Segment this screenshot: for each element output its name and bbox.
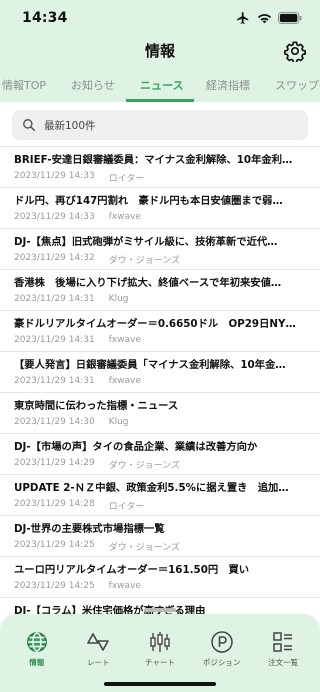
search-icon (23, 119, 36, 132)
bottom-nav-rate-label: レート (87, 658, 110, 667)
candlestick-chart-icon (150, 632, 170, 652)
bottom-nav-info[interactable]: 情報 (9, 630, 65, 668)
news-source: fxwave (108, 376, 141, 386)
order-list-icon (273, 632, 293, 652)
news-source: fxwave (108, 581, 141, 591)
news-date: 2023/11/29 14:31 (14, 376, 95, 386)
news-title: 【要人発言】日銀審議委員「マイナス金利解除、10年金… (14, 359, 286, 371)
news-source: fxwave (108, 212, 141, 222)
battery-icon (278, 12, 302, 24)
page-title: 情報 (144, 42, 175, 60)
bottom-nav-order-list[interactable]: 注文一覧 (255, 630, 311, 668)
news-date: 2023/11/29 14:33 (14, 171, 95, 181)
search-input[interactable]: 最新100件 (12, 110, 308, 140)
news-item[interactable]: DJ-【焦点】旧式砲弾がミサイル級に、技術革新で近代… 2023/11/29 14… (0, 229, 320, 270)
news-title: UPDATE 2-ＮＺ中銀、政策金利5.5%に据え置き 追加… (14, 482, 289, 494)
news-source: ダウ・ジョーンズ (108, 461, 181, 471)
nav-bar: 情報 (0, 36, 320, 66)
news-date: 2023/11/29 14:31 (14, 294, 95, 304)
bottom-nav-chart[interactable]: チャート (132, 630, 188, 668)
gear-icon[interactable] (284, 40, 306, 62)
news-item[interactable]: ドル円、再び147円割れ 豪ドル円も本日安値圏まで弱… 2023/11/29 14… (0, 188, 320, 229)
news-item[interactable]: BRIEF-安達日銀審議委員：マイナス金利解除、10年金利… 2023/11/29… (0, 147, 320, 188)
news-title: ドル円、再び147円割れ 豪ドル円も本日安値圏まで弱… (14, 195, 283, 207)
news-date: 2023/11/29 14:28 (14, 499, 95, 509)
tab-economic-indicators[interactable]: 経済指標 (206, 77, 250, 93)
news-source: ダウ・ジョーンズ (108, 256, 181, 266)
news-item[interactable]: 東京時間に伝わった指標・ニュース 2023/11/29 14:30 Klug (0, 393, 320, 434)
news-title: BRIEF-安達日銀審議委員：マイナス金利解除、10年金利… (14, 154, 293, 166)
news-source: Klug (108, 294, 129, 304)
news-date: 2023/11/29 14:31 (14, 335, 95, 345)
news-list: BRIEF-安達日銀審議委員：マイナス金利解除、10年金利… 2023/11/29… (0, 146, 320, 639)
news-item[interactable]: 【要人発言】日銀審議委員「マイナス金利解除、10年金… 2023/11/29 14… (0, 352, 320, 393)
news-date: 2023/11/29 14:30 (14, 417, 95, 427)
tab-swap[interactable]: スワップ一 (275, 77, 320, 93)
news-source: ロイター (108, 502, 145, 512)
bottom-nav-position-label: ポジション (202, 658, 241, 667)
search-area: 最新100件 (0, 102, 320, 146)
news-source: ダウ・ジョーンズ (108, 543, 181, 553)
news-date: 2023/11/29 14:29 (14, 458, 95, 468)
news-title: 香港株 後場に入り下げ拡大、終値ベースで年初来安値… (14, 277, 282, 289)
globe-icon (26, 632, 47, 652)
tab-info-top[interactable]: 情報TOP (2, 77, 46, 93)
news-item[interactable]: 豪ドルリアルタイムオーダー＝0.6650ドル OP29日NY… 2023/11/2… (0, 311, 320, 352)
news-date: 2023/11/29 14:25 (14, 581, 95, 591)
news-item[interactable]: ユーロ円リアルタイムオーダー＝161.50円 買い 2023/11/29 14:2… (0, 557, 320, 598)
position-icon (210, 631, 233, 653)
bottom-nav-position[interactable]: ポジション (194, 630, 250, 668)
status-bar: 14:34 (0, 0, 320, 36)
status-time: 14:34 (22, 10, 68, 26)
news-title: ユーロ円リアルタイムオーダー＝161.50円 買い (14, 564, 250, 576)
search-placeholder: 最新100件 (44, 119, 96, 132)
bottom-nav-info-label: 情報 (29, 658, 45, 667)
news-title: 豪ドルリアルタイムオーダー＝0.6650ドル OP29日NY… (14, 318, 296, 330)
airplane-icon (237, 12, 249, 24)
news-title: 東京時間に伝わった指標・ニュース (14, 400, 179, 412)
news-source: fxwave (108, 335, 141, 345)
news-date: 2023/11/29 14:33 (14, 212, 95, 222)
bottom-nav-order-list-label: 注文一覧 (268, 658, 299, 667)
tab-news[interactable]: ニュース (140, 77, 183, 93)
news-source: ロイター (108, 174, 145, 184)
active-tab-underline (126, 99, 194, 102)
rate-icon (87, 633, 110, 651)
news-date: 2023/11/29 14:25 (14, 540, 95, 550)
tab-notices[interactable]: お知らせ (71, 77, 115, 93)
wifi-icon (257, 14, 272, 24)
bottom-nav-bar: 情報 レート チャート ポジション 注文一覧 (0, 608, 320, 692)
home-indicator (104, 682, 216, 686)
bottom-nav-chart-label: チャート (145, 658, 175, 667)
news-title: DJ-【焦点】旧式砲弾がミサイル級に、技術革新で近代… (14, 236, 278, 248)
sheet-handle[interactable] (144, 608, 176, 612)
news-title: DJ-【市場の声】タイの食品企業、業績は改善方向か (14, 441, 258, 453)
bottom-nav-rate[interactable]: レート (70, 630, 126, 668)
info-tabs: 情報TOP お知らせ ニュース 経済指標 スワップ一 (0, 70, 320, 102)
status-icons (235, 11, 302, 25)
news-date: 2023/11/29 14:32 (14, 253, 95, 263)
news-item[interactable]: UPDATE 2-ＮＺ中銀、政策金利5.5%に据え置き 追加… 2023/11/2… (0, 475, 320, 516)
news-item[interactable]: DJ-世界の主要株式市場指標一覧 2023/11/29 14:25 ダウ・ジョーンズ (0, 516, 320, 557)
news-title: DJ-世界の主要株式市場指標一覧 (14, 523, 165, 535)
news-item[interactable]: DJ-【市場の声】タイの食品企業、業績は改善方向か 2023/11/29 14:2… (0, 434, 320, 475)
top-header: 14:34 情報 情報TOP お知らせ ニュース 経済指標 スワップ一 (0, 0, 320, 102)
news-source: Klug (108, 417, 129, 427)
news-item[interactable]: 香港株 後場に入り下げ拡大、終値ベースで年初来安値… 2023/11/29 14:… (0, 270, 320, 311)
